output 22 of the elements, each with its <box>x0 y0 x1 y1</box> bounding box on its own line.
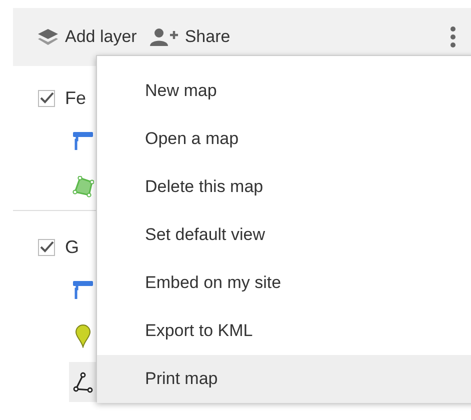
menu-item[interactable]: New map <box>97 67 471 115</box>
menu-item[interactable]: Delete this map <box>97 163 471 211</box>
add-person-icon <box>148 28 179 46</box>
layer-name: Fe <box>65 86 86 110</box>
menu-item[interactable]: Open a map <box>97 115 471 163</box>
layer-checkbox[interactable] <box>38 238 55 256</box>
paint-roller-icon <box>72 131 94 151</box>
menu-item[interactable]: Export to KML <box>97 307 471 355</box>
more-options-icon[interactable] <box>449 26 457 48</box>
polygon-icon <box>72 176 94 198</box>
line-path-icon <box>73 371 93 393</box>
toolbar-button[interactable]: Add layer <box>37 24 137 50</box>
menu-item[interactable]: Set default view <box>97 211 471 259</box>
layers-icon <box>37 28 59 46</box>
menu-item[interactable]: Embed on my site <box>97 259 471 307</box>
layer-name: G <box>65 236 80 258</box>
paint-roller-icon <box>72 280 94 300</box>
toolbar-button[interactable]: Share <box>148 24 230 50</box>
map-pin-icon <box>75 324 91 348</box>
layer-checkbox[interactable] <box>38 90 55 106</box>
menu-item[interactable]: Print map <box>97 355 471 403</box>
layer-item[interactable] <box>69 362 97 402</box>
